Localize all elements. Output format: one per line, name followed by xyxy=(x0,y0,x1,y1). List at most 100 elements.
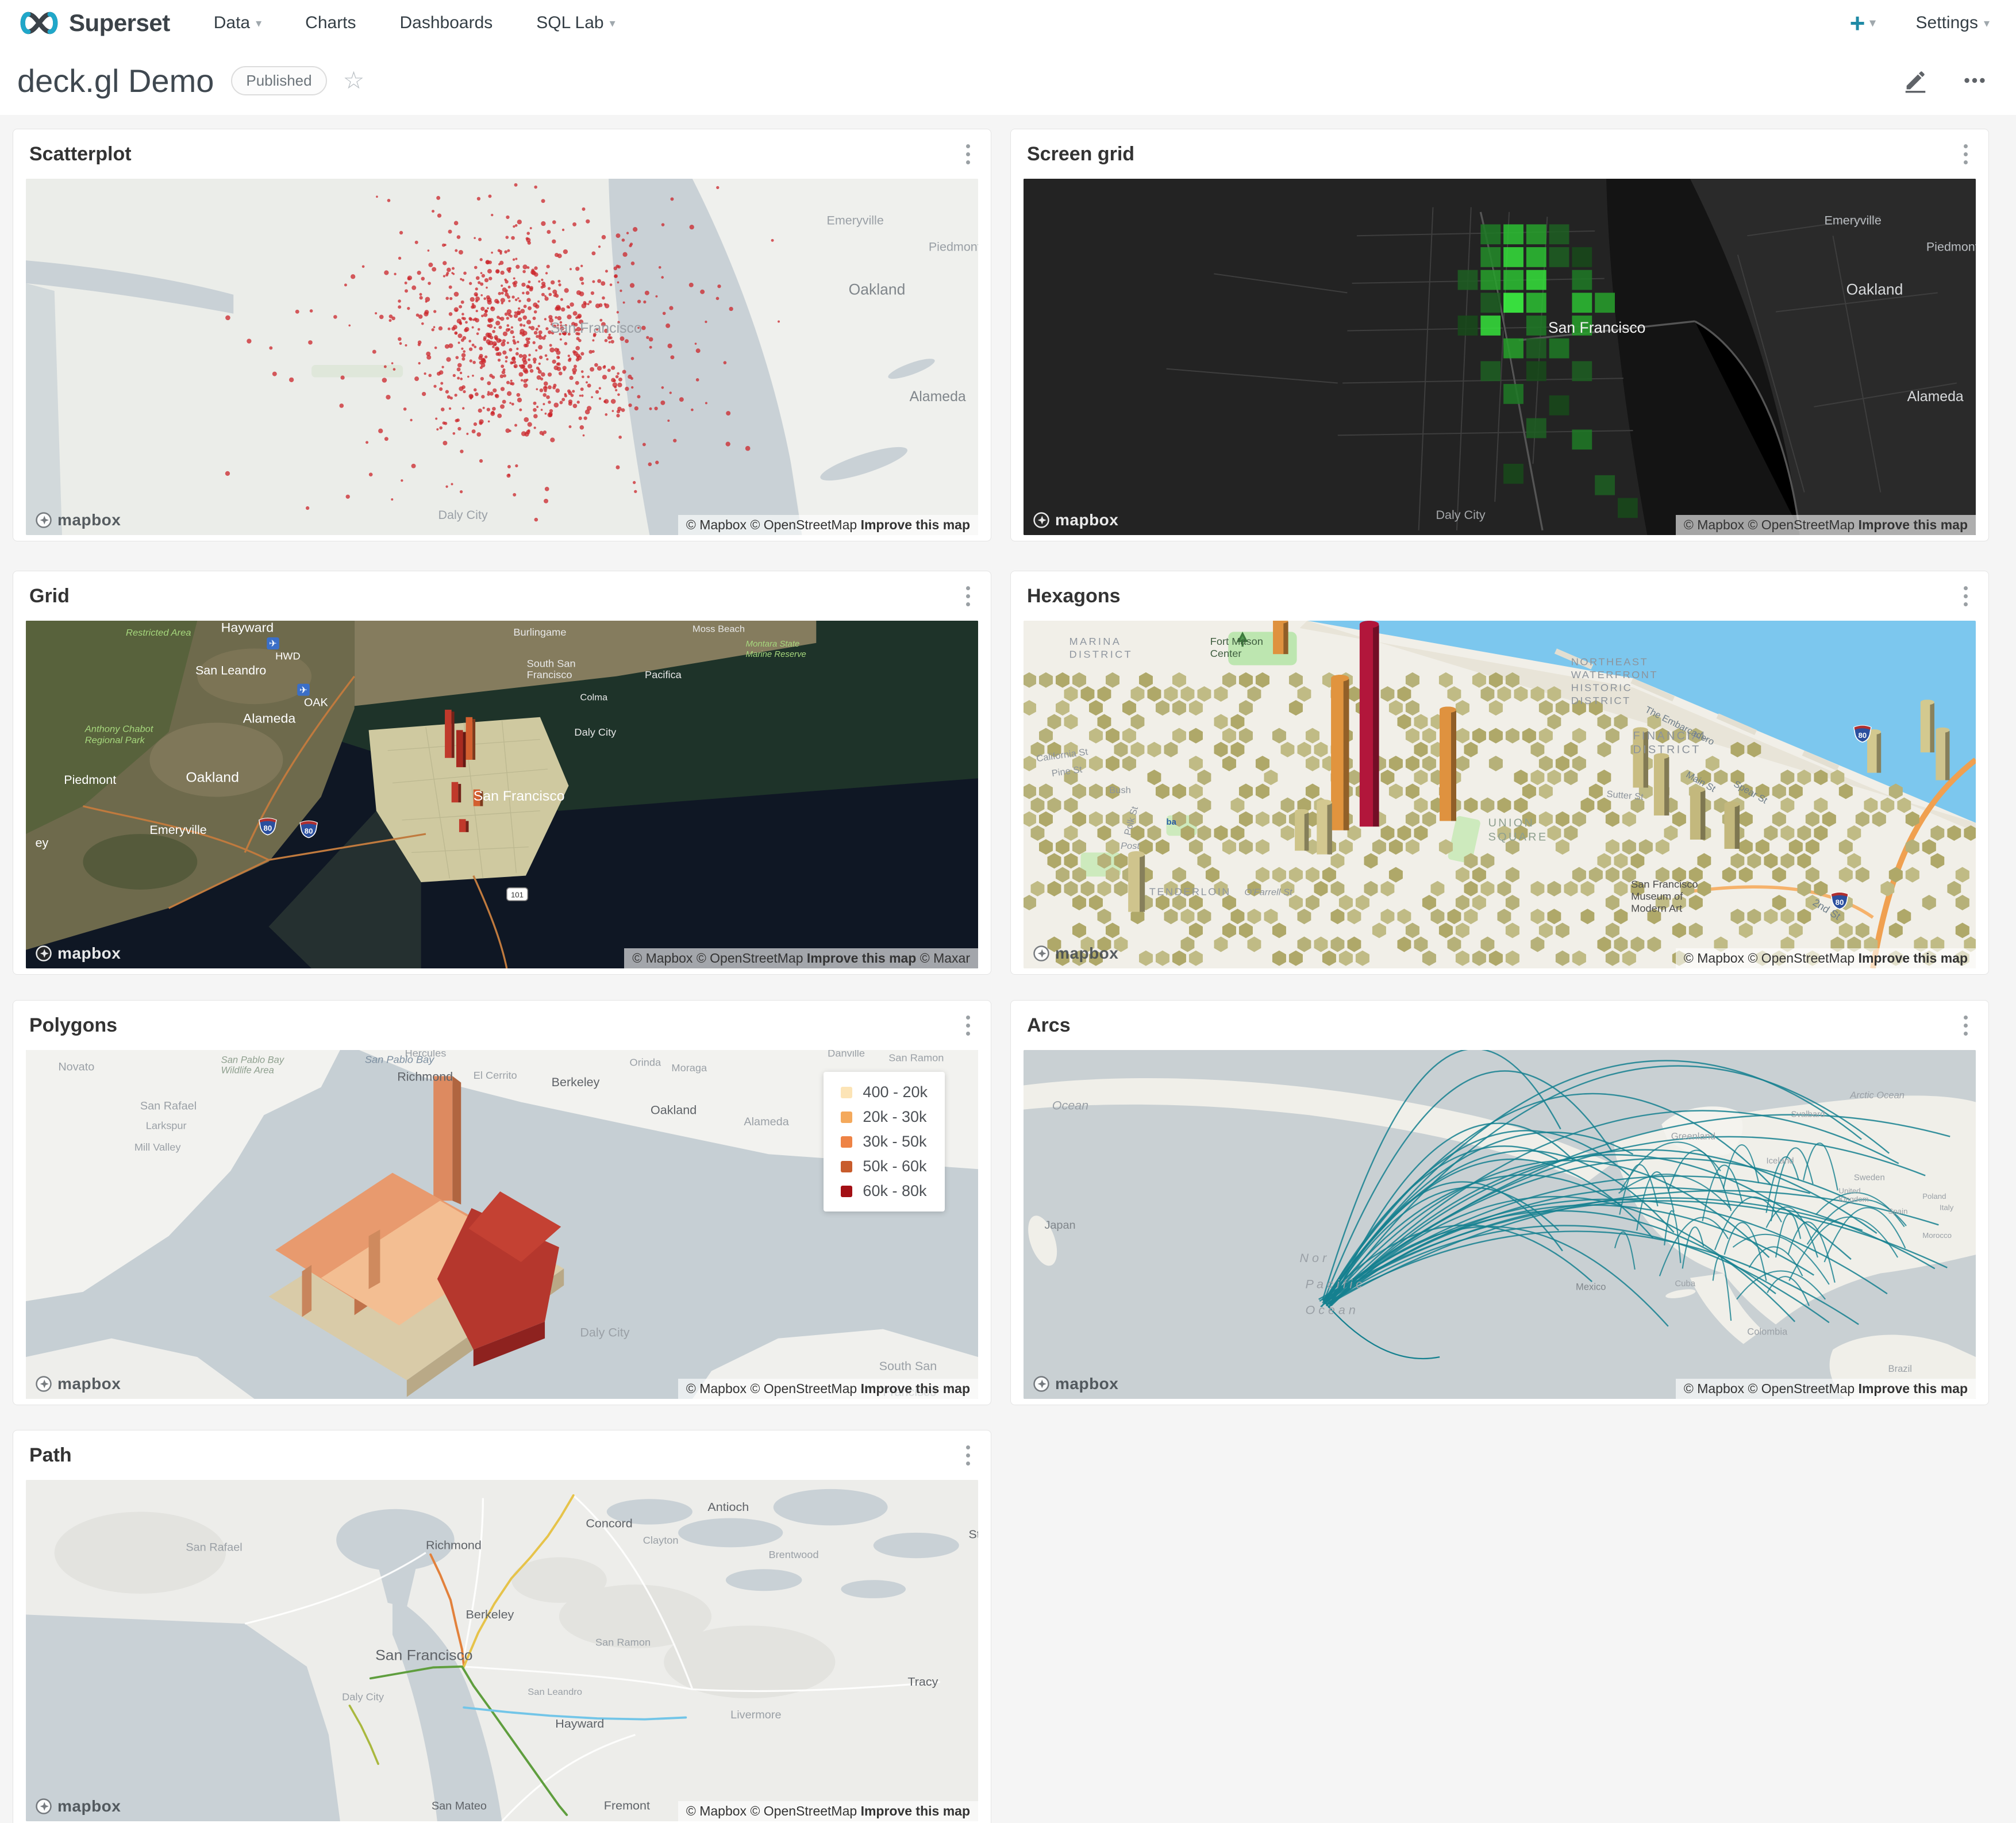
favorite-star-icon[interactable]: ☆ xyxy=(343,68,365,93)
improve-this-map-link[interactable]: Improve this map xyxy=(1859,951,1968,966)
attribution-mapbox-link[interactable]: © Mapbox xyxy=(1684,951,1748,966)
map-label: Poland xyxy=(1922,1192,1946,1201)
panel-menu-kebab-icon[interactable] xyxy=(961,1011,975,1040)
map-label: Arctic Ocean xyxy=(1849,1090,1905,1101)
highway-shield-icon: 101 xyxy=(506,887,529,902)
panel-menu-kebab-icon[interactable] xyxy=(961,582,975,611)
mapbox-logo[interactable]: mapbox xyxy=(35,1797,121,1816)
map-label: Daly City xyxy=(342,1691,384,1703)
map-attribution[interactable]: © Mapbox © OpenStreetMap Improve this ma… xyxy=(1675,515,1976,535)
more-ellipsis-icon[interactable] xyxy=(1961,67,1988,94)
map-attribution[interactable]: © Mapbox © OpenStreetMap Improve this ma… xyxy=(1675,1379,1976,1399)
nav-item-charts[interactable]: Charts xyxy=(305,13,356,33)
map-attribution[interactable]: © Mapbox © OpenStreetMap Improve this ma… xyxy=(678,515,978,535)
map-attribution[interactable]: © Mapbox © OpenStreetMap Improve this ma… xyxy=(678,1379,978,1399)
nav-right: + ▾ Settings ▾ xyxy=(1850,10,1990,36)
map-label: United xyxy=(1838,1186,1860,1195)
improve-this-map-link[interactable]: Improve this map xyxy=(1859,517,1968,532)
map-label: Piedmont xyxy=(1926,240,1976,254)
settings-menu[interactable]: Settings ▾ xyxy=(1916,13,1990,33)
panel-title: Polygons xyxy=(29,1014,118,1036)
svg-text:✈: ✈ xyxy=(299,685,307,695)
map-label: Japan xyxy=(1044,1219,1075,1232)
mapbox-icon xyxy=(36,1376,52,1392)
map-label: Concord xyxy=(586,1517,632,1530)
polygons-map[interactable]: Novato San Pablo Bay Wildlife Area San Pabl… xyxy=(26,1050,978,1399)
scatterplot-map[interactable]: San Francisco Emeryville Piedmont Oakland Al… xyxy=(26,179,978,535)
map-attribution[interactable]: © Mapbox © OpenStreetMap Improve this ma… xyxy=(624,948,978,968)
improve-this-map-link[interactable]: Improve this map xyxy=(807,951,916,966)
edit-pencil-icon[interactable] xyxy=(1902,67,1929,94)
improve-this-map-link[interactable]: Improve this map xyxy=(861,1803,970,1818)
mapbox-logo[interactable]: mapbox xyxy=(35,1375,121,1393)
published-badge[interactable]: Published xyxy=(231,66,327,95)
panel-menu-kebab-icon[interactable] xyxy=(1959,1011,1972,1040)
attribution-osm-link[interactable]: © OpenStreetMap xyxy=(750,1803,860,1818)
improve-this-map-link[interactable]: Improve this map xyxy=(1859,1381,1968,1396)
map-label: Alameda xyxy=(1907,389,1964,405)
map-attribution[interactable]: © Mapbox © OpenStreetMap Improve this ma… xyxy=(678,1801,978,1821)
mapbox-logo[interactable]: mapbox xyxy=(1033,944,1118,963)
legend-swatch xyxy=(841,1086,853,1098)
legend-label: 60k - 80k xyxy=(863,1182,927,1199)
legend-swatch xyxy=(841,1160,853,1172)
panel-scatterplot: Scatterplot San Francisco Emeryville Piedm… xyxy=(13,129,991,541)
mapbox-icon xyxy=(1033,1376,1049,1392)
attribution-osm-link[interactable]: © OpenStreetMap xyxy=(750,1381,860,1396)
map-label: Alameda xyxy=(243,711,296,726)
panel-menu-kebab-icon[interactable] xyxy=(961,140,975,169)
map-label: Daly City xyxy=(1436,508,1485,522)
hexagons-map[interactable]: 80 80 MARINA DISTRICT Fort Mason Center NORTH… xyxy=(1024,621,1976,968)
attribution-osm-link[interactable]: © OpenStreetMap xyxy=(1748,951,1858,966)
map-attribution[interactable]: © Mapbox © OpenStreetMap Improve this ma… xyxy=(1675,948,1976,968)
attribution-mapbox-link[interactable]: © Mapbox xyxy=(686,1803,751,1818)
panel-title: Path xyxy=(29,1444,72,1466)
mapbox-logo[interactable]: mapbox xyxy=(35,511,121,529)
nav-item-data[interactable]: Data ▾ xyxy=(214,13,261,33)
new-item-button[interactable]: + ▾ xyxy=(1850,10,1876,36)
panel-menu-kebab-icon[interactable] xyxy=(1959,582,1972,611)
chevron-down-icon: ▾ xyxy=(1869,17,1876,29)
path-map[interactable]: San Rafael Richmond Berkeley San Francisco D… xyxy=(26,1480,978,1821)
mapbox-wordmark: mapbox xyxy=(57,1797,121,1815)
improve-this-map-link[interactable]: Improve this map xyxy=(861,1381,970,1396)
attribution-osm-link[interactable]: © OpenStreetMap xyxy=(697,951,807,966)
map-label: Greenland xyxy=(1671,1132,1715,1142)
panel-menu-kebab-icon[interactable] xyxy=(1959,140,1972,169)
screen-grid-map[interactable]: San Francisco Emeryville Piedmont Oakland Al… xyxy=(1024,179,1976,535)
mapbox-wordmark: mapbox xyxy=(1055,944,1119,962)
svg-text:✈: ✈ xyxy=(269,639,277,649)
map-label: Antioch xyxy=(707,1501,749,1513)
mapbox-logo[interactable]: mapbox xyxy=(1033,1375,1118,1393)
legend-swatch xyxy=(841,1136,853,1148)
map-label: DISTRICT xyxy=(1069,649,1133,660)
panel-menu-kebab-icon[interactable] xyxy=(961,1441,975,1470)
arcs-map[interactable]: Ocean Japan N o r P a c i f i c O c e a n Arc… xyxy=(1024,1050,1976,1399)
grid-map[interactable]: 80 80 101 ✈ ✈ Restricted Area Hayward HWD San… xyxy=(26,621,978,968)
attribution-osm-link[interactable]: © OpenStreetMap xyxy=(1748,517,1858,532)
map-label: Sto xyxy=(968,1528,978,1541)
attribution-mapbox-link[interactable]: © Mapbox xyxy=(686,517,751,532)
map-label: San Francisco xyxy=(375,1648,472,1663)
superset-logo[interactable]: Superset xyxy=(17,9,170,37)
attribution-mapbox-link[interactable]: © Mapbox xyxy=(632,951,697,966)
attribution-osm-link[interactable]: © OpenStreetMap xyxy=(1748,1381,1858,1396)
map-label: San Leandro xyxy=(195,664,266,678)
map-label: Hayward xyxy=(555,1717,604,1730)
attribution-mapbox-link[interactable]: © Mapbox xyxy=(1684,1381,1748,1396)
map-label: Spain xyxy=(1888,1207,1908,1216)
improve-this-map-link[interactable]: Improve this map xyxy=(861,517,970,532)
nav-item-dashboards[interactable]: Dashboards xyxy=(400,13,493,33)
attribution-osm-link[interactable]: © OpenStreetMap xyxy=(750,517,860,532)
attribution-mapbox-link[interactable]: © Mapbox xyxy=(1684,517,1748,532)
attribution-mapbox-link[interactable]: © Mapbox xyxy=(686,1381,751,1396)
mapbox-logo[interactable]: mapbox xyxy=(35,944,121,963)
map-label: Fremont xyxy=(604,1799,650,1812)
mapbox-logo[interactable]: mapbox xyxy=(1033,511,1118,529)
svg-text:80: 80 xyxy=(1858,731,1867,740)
map-label: Hayward xyxy=(221,621,274,634)
map-label: Wildlife Area xyxy=(221,1066,274,1076)
nav-item-sql-lab[interactable]: SQL Lab ▾ xyxy=(536,13,615,33)
map-label: Regional Park xyxy=(85,735,145,745)
mapbox-icon xyxy=(36,1798,52,1814)
